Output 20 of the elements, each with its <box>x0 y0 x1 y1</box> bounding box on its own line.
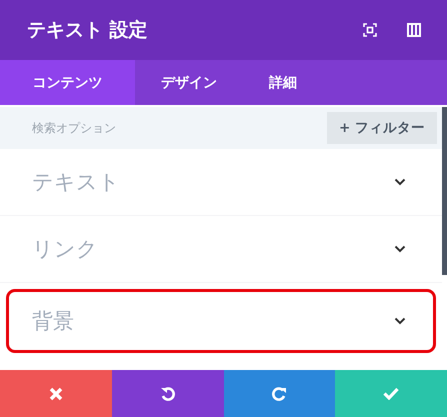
filter-button[interactable]: + フィルター <box>326 107 442 149</box>
checkmark-icon <box>383 387 400 400</box>
search-field[interactable]: 検索オプション <box>0 107 327 149</box>
undo-icon <box>160 386 176 402</box>
tab[interactable]: デザイン <box>135 60 243 105</box>
chevron-down-icon <box>394 178 406 186</box>
redo-icon <box>271 386 288 402</box>
tab[interactable]: コンテンツ <box>0 60 135 105</box>
close-icon <box>48 386 63 400</box>
cancel-button[interactable] <box>0 370 112 417</box>
save-button[interactable] <box>335 370 447 417</box>
tab[interactable]: 詳細 <box>243 60 323 105</box>
scrollbar[interactable] <box>442 107 447 275</box>
undo-button[interactable] <box>112 370 224 417</box>
redo-button[interactable] <box>224 370 336 417</box>
chevron-down-icon <box>394 245 406 253</box>
chevron-down-icon <box>394 317 406 325</box>
panel-title: テキスト 設定 <box>27 18 149 43</box>
expand-icon[interactable] <box>363 23 377 37</box>
columns-icon[interactable] <box>407 23 421 37</box>
